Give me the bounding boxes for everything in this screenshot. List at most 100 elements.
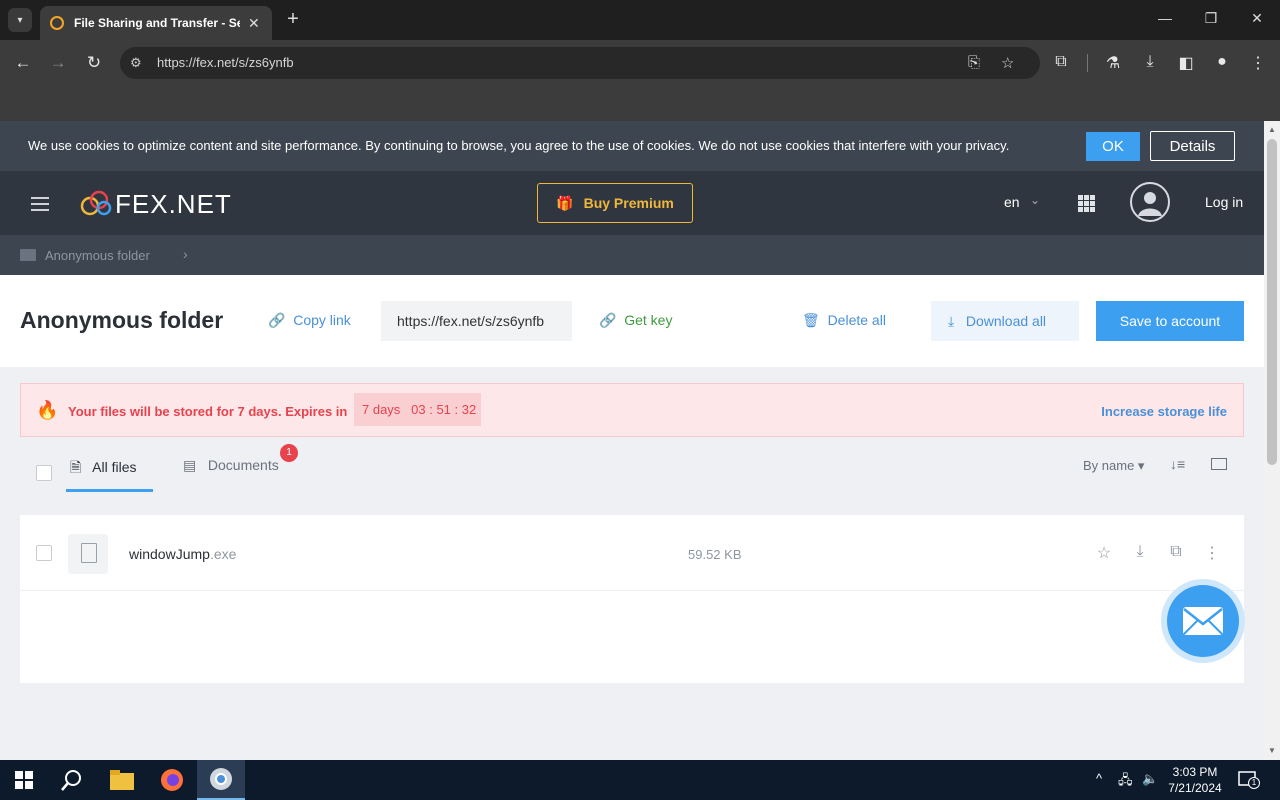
buy-premium-button[interactable]: 🎁 Buy Premium xyxy=(537,183,693,223)
delete-all-label: Delete all xyxy=(827,312,886,328)
grid-view-icon[interactable] xyxy=(1211,458,1227,470)
network-icon[interactable]: 🖧 xyxy=(1118,771,1133,793)
active-tab-indicator xyxy=(66,489,153,492)
download-all-button[interactable]: ⤓ Download all xyxy=(931,301,1079,341)
restore-window-button[interactable]: ❐ xyxy=(1201,10,1221,27)
countdown-days: 7 days xyxy=(362,402,401,417)
expiry-countdown: 7 days 03 : 51 : 32 xyxy=(354,393,481,426)
site-favicon-icon xyxy=(50,16,64,30)
clock-date: 7/21/2024 xyxy=(1168,781,1222,795)
hamburger-menu-icon[interactable] xyxy=(31,197,49,215)
page-title: Anonymous folder xyxy=(20,307,224,333)
install-app-icon[interactable]: ⎘ xyxy=(968,54,980,71)
storage-expiry-notice: 🔥 Your files will be stored for 7 days. … xyxy=(20,383,1244,437)
browser-toolbar-strip xyxy=(0,85,1280,121)
browser-menu-icon[interactable]: ⋮ xyxy=(1248,53,1268,73)
copy-link-label: Copy link xyxy=(293,312,351,328)
share-url-field[interactable]: https://fex.net/s/zs6ynfb xyxy=(381,301,572,341)
notification-count: 1 xyxy=(1248,777,1260,789)
cookie-details-button[interactable]: Details xyxy=(1150,131,1235,161)
windows-start-icon[interactable] xyxy=(0,760,48,800)
site-info-icon[interactable]: ⚙ xyxy=(130,55,142,71)
tab-search-button[interactable]: ▾ xyxy=(8,8,32,32)
language-selector[interactable]: en xyxy=(1004,194,1020,210)
bookmark-star-icon[interactable]: ☆ xyxy=(1001,54,1014,72)
contact-mail-button[interactable] xyxy=(1161,579,1245,663)
folder-toolbar: Anonymous folder 🔗 Copy link https://fex… xyxy=(0,275,1264,367)
side-panel-icon[interactable]: ◧ xyxy=(1176,53,1196,73)
documents-count-badge: 1 xyxy=(280,444,298,462)
cookie-ok-button[interactable]: OK xyxy=(1086,132,1140,161)
get-key-button[interactable]: 🔗 Get key xyxy=(599,312,672,329)
login-link[interactable]: Log in xyxy=(1205,194,1243,210)
file-extension: .exe xyxy=(209,546,237,562)
fex-logo-icon[interactable] xyxy=(80,190,112,216)
tab-documents[interactable]: ▤ Documents xyxy=(183,457,279,474)
documents-icon: ▤ xyxy=(183,457,197,473)
table-row[interactable]: windowJump.exe 59.52 KB ☆ ⤓ ⧉ ⋮ xyxy=(20,515,1244,591)
chrome-icon[interactable] xyxy=(197,760,245,800)
file-download-icon[interactable]: ⤓ xyxy=(1130,543,1150,561)
downloads-icon[interactable]: ⤓ xyxy=(1140,53,1160,71)
cookie-banner: We use cookies to optimize content and s… xyxy=(0,121,1264,171)
file-explorer-icon[interactable] xyxy=(98,760,146,800)
copy-file-icon[interactable]: ⧉ xyxy=(1166,543,1186,561)
scroll-down-icon[interactable]: ▼ xyxy=(1268,746,1276,755)
close-window-button[interactable]: ✕ xyxy=(1247,10,1267,27)
sort-dropdown[interactable]: By name ▾ xyxy=(1083,458,1144,474)
save-to-account-button[interactable]: Save to account xyxy=(1096,301,1244,341)
file-list: windowJump.exe 59.52 KB ☆ ⤓ ⧉ ⋮ xyxy=(20,515,1244,683)
tab-all-files[interactable]: 🗎 All files xyxy=(70,457,137,481)
scroll-up-icon[interactable]: ▲ xyxy=(1268,125,1276,134)
page-scrollbar[interactable]: ▲ ▼ xyxy=(1264,121,1280,760)
cookie-banner-text: We use cookies to optimize content and s… xyxy=(28,138,1010,153)
envelope-icon xyxy=(1183,607,1223,635)
new-tab-button[interactable]: + xyxy=(282,8,304,30)
taskbar-clock[interactable]: 3:03 PM 7/21/2024 xyxy=(1162,764,1228,796)
profile-icon[interactable]: ● xyxy=(1212,53,1232,71)
user-avatar-icon[interactable] xyxy=(1130,182,1170,222)
minimize-window-button[interactable]: — xyxy=(1155,10,1175,26)
scrollbar-thumb[interactable] xyxy=(1267,139,1277,465)
tray-chevron-up-icon[interactable]: ^ xyxy=(1096,771,1102,786)
site-header: FEX.NET 🎁 Buy Premium en ⌄ Log in xyxy=(0,171,1264,235)
countdown-time: 03 : 51 : 32 xyxy=(411,402,477,417)
toolbar-separator xyxy=(1087,54,1088,72)
labs-flask-icon[interactable]: ⚗ xyxy=(1103,53,1123,73)
file-name[interactable]: windowJump.exe xyxy=(129,546,236,562)
copy-link-button[interactable]: 🔗 Copy link xyxy=(268,312,351,329)
breadcrumb-folder[interactable]: Anonymous folder xyxy=(45,248,150,263)
fire-icon: 🔥 xyxy=(36,400,59,420)
search-icon[interactable] xyxy=(48,760,96,800)
clock-time: 3:03 PM xyxy=(1172,765,1218,779)
favorite-star-icon[interactable]: ☆ xyxy=(1094,543,1114,563)
notifications-icon[interactable]: 1 xyxy=(1238,771,1260,789)
file-size: 59.52 KB xyxy=(688,547,742,562)
extensions-icon[interactable]: ⧉ xyxy=(1051,53,1071,71)
sort-direction-icon[interactable]: ↓≡ xyxy=(1170,456,1185,472)
trash-icon: 🗑 xyxy=(802,312,820,328)
apps-grid-icon[interactable] xyxy=(1078,195,1095,212)
chevron-right-icon: › xyxy=(183,246,188,262)
buy-premium-label: Buy Premium xyxy=(583,195,674,211)
address-bar-url[interactable]: https://fex.net/s/zs6ynfb xyxy=(157,55,294,70)
back-icon[interactable]: ← xyxy=(12,53,34,73)
delete-all-button[interactable]: 🗑 Delete all xyxy=(802,312,886,329)
select-all-checkbox[interactable] xyxy=(36,465,52,481)
get-key-label: Get key xyxy=(624,312,673,328)
firefox-icon[interactable] xyxy=(148,760,196,800)
browser-tab-active[interactable]: File Sharing and Transfer - Sen ✕ xyxy=(40,6,272,40)
forward-icon[interactable]: → xyxy=(47,53,69,73)
increase-storage-link[interactable]: Increase storage life xyxy=(1101,404,1227,419)
tab-title: File Sharing and Transfer - Sen xyxy=(74,16,240,30)
reload-icon[interactable]: ↻ xyxy=(83,53,105,73)
tab-close-icon[interactable]: ✕ xyxy=(248,15,260,32)
page-content: We use cookies to optimize content and s… xyxy=(0,121,1264,760)
chevron-down-icon[interactable]: ⌄ xyxy=(1030,193,1040,207)
download-icon: ⤓ xyxy=(948,312,955,329)
file-row-checkbox[interactable] xyxy=(36,545,52,561)
site-logo-text[interactable]: FEX.NET xyxy=(115,189,232,220)
more-options-icon[interactable]: ⋮ xyxy=(1202,543,1222,563)
storage-notice-text: Your files will be stored for 7 days. Ex… xyxy=(68,404,348,419)
volume-muted-icon[interactable]: 🔈 xyxy=(1142,771,1158,787)
